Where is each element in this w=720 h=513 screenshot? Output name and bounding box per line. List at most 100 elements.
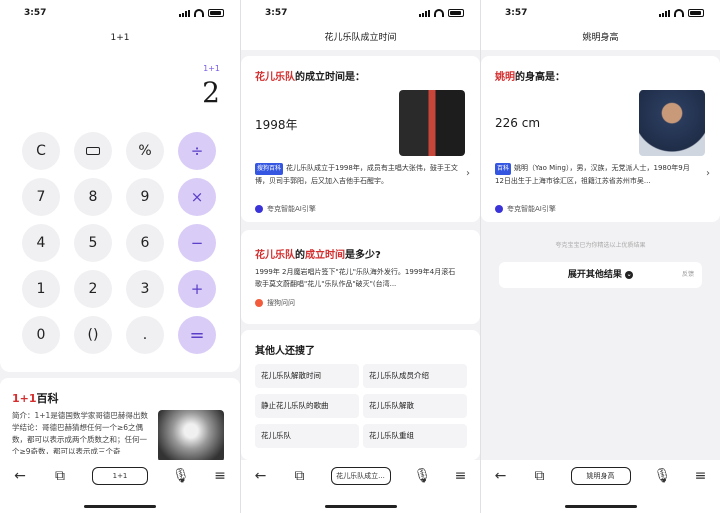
- related-chip[interactable]: 静止花儿乐队的歌曲: [255, 394, 359, 418]
- height-search-screen: 3:57 姚明身高 姚明的身高是： 226 cm 百科 姚明（Yao Ming），…: [480, 0, 720, 513]
- answer-question: 花儿乐队的成立时间是：: [255, 72, 365, 83]
- source-tag: 搜狗百科: [255, 163, 284, 175]
- key-percent[interactable]: %: [126, 132, 164, 170]
- yao-ming-photo: [639, 90, 705, 156]
- curated-notice: 夸克宝宝已为你精选以上优质结果: [555, 242, 646, 249]
- expand-results-button[interactable]: 展开其他结果 ⌄ 反馈: [499, 262, 702, 288]
- answer-card[interactable]: 姚明的身高是： 226 cm 百科 姚明（Yao Ming），男，汉族，无党派人士…: [481, 56, 720, 222]
- key-clear[interactable]: C: [22, 132, 60, 170]
- related-chip[interactable]: 花儿乐队成员介绍: [363, 364, 467, 388]
- answer-question: 姚明的身高是：: [495, 72, 565, 83]
- key-2[interactable]: 2: [74, 270, 112, 308]
- related-title: 其他人还搜了: [255, 346, 315, 357]
- baike-card[interactable]: 1+1百科 简介：1+1是德国数学家哥德巴赫得出数学结论：哥德巴赫猜想任何一个≥…: [0, 378, 240, 468]
- qa-text: 1999年 2月魔岩唱片签下"花儿"乐队海外发行。1999年4月滚石歌手莫文蔚翻…: [255, 268, 456, 288]
- chevron-down-icon: ⌄: [625, 270, 634, 279]
- signal-icon: [659, 9, 670, 17]
- key-plus[interactable]: +: [178, 270, 216, 308]
- status-time: 3:57: [24, 8, 47, 18]
- answer-card[interactable]: 花儿乐队的成立时间是： 1998年 搜狗百科 花儿乐队成立于1998年，成员有主唱…: [241, 56, 480, 222]
- home-indicator: [565, 505, 637, 508]
- related-chip[interactable]: 花儿乐队重组: [363, 424, 467, 448]
- back-arrow-icon[interactable]: ←: [12, 468, 28, 484]
- back-arrow-icon[interactable]: ←: [493, 468, 509, 484]
- microphone-icon[interactable]: 🎙: [654, 468, 672, 484]
- bottom-toolbar: ← ⧉ 花儿乐队成立... 🎙 ≡: [241, 460, 480, 513]
- microphone-icon[interactable]: 🎙: [414, 468, 432, 484]
- tabs-icon[interactable]: ⧉: [52, 468, 68, 484]
- key-1[interactable]: 1: [22, 270, 60, 308]
- related-chip[interactable]: 花儿乐队解散: [363, 394, 467, 418]
- answer-source-text: 搜狗百科 花儿乐队成立于1998年，成员有主唱大张伟，鼓手王文博，贝司手郭阳，后又…: [255, 163, 458, 185]
- answer-value: 1998年: [255, 118, 298, 132]
- calc-result: 2: [202, 76, 220, 109]
- bottom-toolbar: ← ⧉ 1+1 🎙 ≡: [0, 460, 240, 513]
- back-arrow-icon[interactable]: ←: [253, 468, 269, 484]
- menu-icon[interactable]: ≡: [693, 468, 709, 484]
- key-3[interactable]: 3: [126, 270, 164, 308]
- calculator-screen: 3:57 1+1 1+1 2 C % ÷ 7 8 9 × 4 5 6 − 1 2…: [0, 0, 240, 513]
- source-tag: 百科: [495, 163, 512, 175]
- status-icons: [659, 9, 704, 17]
- calculator-card: 1+1 2 C % ÷ 7 8 9 × 4 5 6 − 1 2 3 + 0 (): [0, 50, 240, 372]
- signal-icon: [179, 9, 190, 17]
- page-title: 花儿乐队成立时间: [241, 26, 480, 50]
- baike-title: 1+1百科: [12, 392, 59, 405]
- battery-icon: [688, 9, 704, 17]
- related-chip[interactable]: 花儿乐队解散时间: [255, 364, 359, 388]
- home-indicator: [84, 505, 156, 508]
- bottom-toolbar: ← ⧉ 姚明身高 🎙 ≡: [481, 460, 720, 513]
- answer-value: 226 cm: [495, 116, 541, 130]
- key-parentheses[interactable]: (): [74, 316, 112, 354]
- query-pill[interactable]: 1+1: [92, 467, 148, 485]
- key-decimal[interactable]: .: [126, 316, 164, 354]
- calc-expression: 1+1: [203, 64, 220, 73]
- band-photo: [399, 90, 465, 156]
- qa-card[interactable]: 花儿乐队的成立时间是多少? 1999年 2月魔岩唱片签下"花儿"乐队海外发行。1…: [241, 230, 480, 324]
- sogou-icon: [255, 299, 263, 307]
- key-0[interactable]: 0: [22, 316, 60, 354]
- menu-icon[interactable]: ≡: [212, 468, 228, 484]
- quark-icon: [255, 205, 263, 213]
- status-icons: [179, 9, 224, 17]
- key-6[interactable]: 6: [126, 224, 164, 262]
- tabs-icon[interactable]: ⧉: [532, 468, 548, 484]
- related-chip[interactable]: 花儿乐队: [255, 424, 359, 448]
- key-5[interactable]: 5: [74, 224, 112, 262]
- backspace-icon: [86, 147, 100, 155]
- key-minus[interactable]: −: [178, 224, 216, 262]
- menu-icon[interactable]: ≡: [453, 468, 469, 484]
- home-indicator: [325, 505, 397, 508]
- ai-engine-label: 夸克智能AI引擎: [255, 204, 316, 214]
- quark-icon: [495, 205, 503, 213]
- qa-question: 花儿乐队的成立时间是多少?: [255, 250, 381, 261]
- signal-icon: [419, 9, 430, 17]
- feedback-link[interactable]: 反馈: [682, 262, 694, 288]
- related-searches: 其他人还搜了 花儿乐队解散时间 花儿乐队成员介绍 静止花儿乐队的歌曲 花儿乐队解…: [241, 330, 480, 460]
- calc-keypad: C % ÷ 7 8 9 × 4 5 6 − 1 2 3 + 0 () . =: [22, 132, 218, 354]
- key-8[interactable]: 8: [74, 178, 112, 216]
- wifi-icon: [434, 9, 444, 17]
- key-multiply[interactable]: ×: [178, 178, 216, 216]
- ai-engine-label: 夸克智能AI引擎: [495, 204, 556, 214]
- status-bar: 3:57: [241, 0, 480, 26]
- key-9[interactable]: 9: [126, 178, 164, 216]
- page-title: 姚明身高: [481, 26, 720, 50]
- qa-source: 搜狗问问: [255, 298, 295, 308]
- key-backspace[interactable]: [74, 132, 112, 170]
- query-pill[interactable]: 姚明身高: [570, 467, 631, 485]
- key-4[interactable]: 4: [22, 224, 60, 262]
- microphone-icon[interactable]: 🎙: [172, 468, 190, 484]
- tabs-icon[interactable]: ⧉: [292, 468, 308, 484]
- status-time: 3:57: [265, 8, 288, 18]
- key-7[interactable]: 7: [22, 178, 60, 216]
- key-divide[interactable]: ÷: [178, 132, 216, 170]
- chevron-right-icon[interactable]: ›: [706, 168, 710, 179]
- query-pill[interactable]: 花儿乐队成立...: [330, 467, 391, 485]
- chevron-right-icon[interactable]: ›: [466, 168, 470, 179]
- battery-icon: [448, 9, 464, 17]
- key-equals[interactable]: =: [178, 316, 216, 354]
- baike-text: 简介：1+1是德国数学家哥德巴赫得出数学结论：哥德巴赫猜想任何一个≥6之偶数，都…: [12, 411, 148, 454]
- status-time: 3:57: [505, 8, 528, 18]
- status-bar: 3:57: [481, 0, 720, 26]
